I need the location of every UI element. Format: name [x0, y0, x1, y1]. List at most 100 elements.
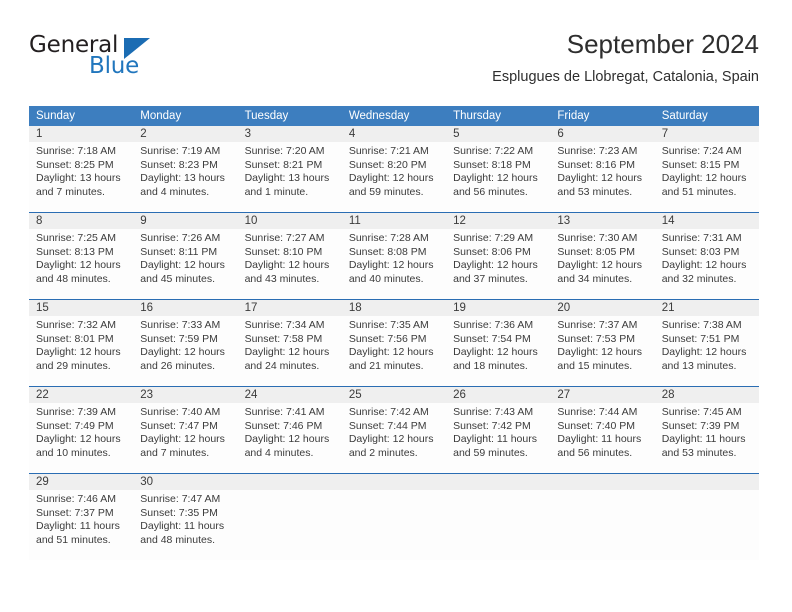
day-detail-line: and 32 minutes.: [661, 272, 737, 285]
day-detail-line: Sunrise: 7:45 AM: [661, 406, 742, 418]
day-cell[interactable]: Sunrise: 7:31 AM Sunset: 8:03 PM Daylight:…: [655, 229, 759, 299]
day-number[interactable]: 1: [29, 126, 133, 142]
day-number[interactable]: 17: [238, 300, 342, 316]
day-cell[interactable]: Sunrise: 7:22 AM Sunset: 8:18 PM Daylight:…: [446, 142, 550, 212]
day-detail-line: and 40 minutes.: [348, 272, 424, 285]
day-detail-line: Sunset: 8:05 PM: [557, 245, 636, 258]
day-number[interactable]: 26: [446, 387, 550, 403]
day-number[interactable]: 29: [29, 474, 133, 490]
day-body-row: Sunrise: 7:32 AM Sunset: 8:01 PM Daylight:…: [29, 316, 759, 386]
day-detail-line: and 53 minutes.: [661, 446, 737, 459]
day-cell[interactable]: Sunrise: 7:30 AM Sunset: 8:05 PM Daylight:…: [550, 229, 654, 299]
day-number[interactable]: 20: [550, 300, 654, 316]
day-detail-line: Sunrise: 7:41 AM: [244, 406, 325, 418]
day-detail-line: Daylight: 12 hours: [453, 346, 538, 359]
day-number[interactable]: 27: [550, 387, 654, 403]
day-detail-line: Sunset: 7:49 PM: [36, 419, 114, 432]
day-cell[interactable]: Sunrise: 7:39 AM Sunset: 7:49 PM Daylight:…: [29, 403, 133, 473]
day-detail-line: Daylight: 12 hours: [348, 346, 434, 359]
day-cell[interactable]: Sunrise: 7:28 AM Sunset: 8:08 PM Daylight:…: [342, 229, 446, 299]
day-number[interactable]: 23: [133, 387, 237, 403]
day-number[interactable]: 2: [133, 126, 237, 142]
day-number[interactable]: 11: [342, 213, 446, 229]
day-detail-line: Sunset: 7:59 PM: [140, 332, 218, 345]
day-detail-line: and 51 minutes.: [36, 533, 111, 546]
day-number[interactable]: 18: [342, 300, 446, 316]
day-number[interactable]: 24: [238, 387, 342, 403]
day-detail-line: Sunrise: 7:20 AM: [244, 145, 325, 157]
day-detail-line: Sunset: 7:56 PM: [348, 332, 427, 345]
day-detail-line: Sunset: 7:37 PM: [36, 506, 114, 519]
day-number[interactable]: 13: [550, 213, 654, 229]
day-cell[interactable]: Sunrise: 7:18 AM Sunset: 8:25 PM Daylight:…: [29, 142, 133, 212]
day-cell[interactable]: Sunrise: 7:38 AM Sunset: 7:51 PM Daylight:…: [655, 316, 759, 386]
day-number[interactable]: 16: [133, 300, 237, 316]
page-header: General Blue September 2024 Esplugues de…: [29, 28, 759, 98]
day-cell[interactable]: Sunrise: 7:40 AM Sunset: 7:47 PM Daylight:…: [133, 403, 237, 473]
day-number[interactable]: 25: [342, 387, 446, 403]
day-detail-line: Sunset: 8:20 PM: [348, 158, 427, 171]
general-blue-logo[interactable]: General Blue: [29, 30, 209, 86]
day-cell[interactable]: Sunrise: 7:23 AM Sunset: 8:16 PM Daylight:…: [550, 142, 654, 212]
day-number[interactable]: 7: [655, 126, 759, 142]
day-number[interactable]: 5: [446, 126, 550, 142]
day-cell[interactable]: Sunrise: 7:25 AM Sunset: 8:13 PM Daylight:…: [29, 229, 133, 299]
day-cell[interactable]: Sunrise: 7:27 AM Sunset: 8:10 PM Daylight:…: [238, 229, 342, 299]
day-detail-line: Sunrise: 7:47 AM: [140, 493, 221, 505]
day-number[interactable]: 19: [446, 300, 550, 316]
day-detail-line: Sunrise: 7:27 AM: [244, 232, 325, 244]
day-cell[interactable]: Sunrise: 7:42 AM Sunset: 7:44 PM Daylight:…: [342, 403, 446, 473]
day-cell[interactable]: Sunrise: 7:29 AM Sunset: 8:06 PM Daylight:…: [446, 229, 550, 299]
location-subtitle: Esplugues de Llobregat, Catalonia, Spain: [492, 69, 759, 85]
day-number[interactable]: 21: [655, 300, 759, 316]
day-number[interactable]: 15: [29, 300, 133, 316]
day-cell[interactable]: Sunrise: 7:36 AM Sunset: 7:54 PM Daylight:…: [446, 316, 550, 386]
day-detail-line: Daylight: 12 hours: [557, 259, 643, 272]
page-title: September 2024: [566, 29, 759, 59]
day-number[interactable]: 22: [29, 387, 133, 403]
day-number[interactable]: 8: [29, 213, 133, 229]
day-detail-line: and 15 minutes.: [557, 359, 633, 372]
day-cell-empty: [655, 490, 759, 560]
day-cell[interactable]: Sunrise: 7:41 AM Sunset: 7:46 PM Daylight:…: [238, 403, 342, 473]
day-number[interactable]: 10: [238, 213, 342, 229]
day-detail-line: Daylight: 12 hours: [453, 172, 538, 185]
day-detail-line: and 4 minutes.: [140, 185, 210, 198]
day-detail-line: Sunset: 8:03 PM: [661, 245, 740, 258]
day-number-empty: [550, 474, 654, 490]
calendar-week-row: 29 30 Sunrise: 7:46 AM Sunset: 7:37 PM Dayli…: [29, 473, 759, 560]
day-detail-line: and 53 minutes.: [557, 185, 633, 198]
day-number[interactable]: 6: [550, 126, 654, 142]
day-cell[interactable]: Sunrise: 7:47 AM Sunset: 7:35 PM Daylight:…: [133, 490, 237, 560]
day-number[interactable]: 12: [446, 213, 550, 229]
day-cell[interactable]: Sunrise: 7:43 AM Sunset: 7:42 PM Daylight:…: [446, 403, 550, 473]
day-cell[interactable]: Sunrise: 7:46 AM Sunset: 7:37 PM Daylight:…: [29, 490, 133, 560]
day-cell[interactable]: Sunrise: 7:34 AM Sunset: 7:58 PM Daylight:…: [238, 316, 342, 386]
day-number[interactable]: 28: [655, 387, 759, 403]
day-cell[interactable]: Sunrise: 7:37 AM Sunset: 7:53 PM Daylight:…: [550, 316, 654, 386]
weekday-header-tuesday: Tuesday: [244, 110, 289, 122]
day-cell[interactable]: Sunrise: 7:19 AM Sunset: 8:23 PM Daylight:…: [133, 142, 237, 212]
day-cell[interactable]: Sunrise: 7:21 AM Sunset: 8:20 PM Daylight:…: [342, 142, 446, 212]
day-number[interactable]: 4: [342, 126, 446, 142]
day-cell[interactable]: Sunrise: 7:45 AM Sunset: 7:39 PM Daylight:…: [655, 403, 759, 473]
day-number[interactable]: 14: [655, 213, 759, 229]
day-number[interactable]: 3: [238, 126, 342, 142]
day-detail-line: and 24 minutes.: [244, 359, 320, 372]
day-number[interactable]: 9: [133, 213, 237, 229]
day-cell[interactable]: Sunrise: 7:35 AM Sunset: 7:56 PM Daylight:…: [342, 316, 446, 386]
calendar-weeks: 1 2 3 4 5 6 7 Sunrise: 7:18 AM Sunset: 8:25 PM Da…: [29, 126, 759, 560]
day-detail-line: Daylight: 12 hours: [661, 259, 747, 272]
day-detail-line: Daylight: 13 hours: [244, 172, 330, 185]
day-cell[interactable]: Sunrise: 7:44 AM Sunset: 7:40 PM Daylight:…: [550, 403, 654, 473]
day-cell[interactable]: Sunrise: 7:26 AM Sunset: 8:11 PM Daylight:…: [133, 229, 237, 299]
day-number[interactable]: 30: [133, 474, 237, 490]
day-detail-line: Daylight: 12 hours: [36, 259, 121, 272]
day-detail-line: Sunrise: 7:36 AM: [453, 319, 534, 331]
day-cell[interactable]: Sunrise: 7:32 AM Sunset: 8:01 PM Daylight:…: [29, 316, 133, 386]
day-detail-line: Sunrise: 7:22 AM: [453, 145, 534, 157]
day-cell[interactable]: Sunrise: 7:24 AM Sunset: 8:15 PM Daylight:…: [655, 142, 759, 212]
day-cell[interactable]: Sunrise: 7:20 AM Sunset: 8:21 PM Daylight:…: [238, 142, 342, 212]
day-cell[interactable]: Sunrise: 7:33 AM Sunset: 7:59 PM Daylight:…: [133, 316, 237, 386]
day-detail-line: and 18 minutes.: [453, 359, 528, 372]
